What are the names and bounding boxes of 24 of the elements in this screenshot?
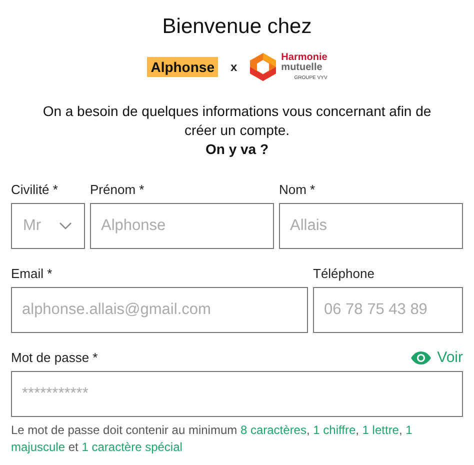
field-label: Civilité * <box>11 182 58 197</box>
brand-name: Harmonie <box>281 53 328 63</box>
show-password-button[interactable]: Voir <box>410 349 463 366</box>
field-label: Email * <box>11 266 52 281</box>
separator-mark: x <box>230 60 238 74</box>
intro-text: On a besoin de quelques informations vous concernant afin de créer un compte. <box>42 102 432 140</box>
intro-cta: On y va ? <box>204 140 270 159</box>
civility-select[interactable]: Mr <box>11 203 85 249</box>
eye-icon <box>410 350 432 364</box>
brand-name: mutuelle <box>281 63 324 73</box>
input-field[interactable]: Allais <box>279 203 463 249</box>
input-field[interactable]: alphonse.allais@gmail.com <box>11 287 308 333</box>
field-label: Mot de passe * <box>11 350 98 365</box>
hexagon-logo-icon <box>249 52 278 82</box>
field-label: Nom * <box>279 182 316 197</box>
field-label: Téléphone <box>313 266 374 281</box>
password-hint: Le mot de passe doit contenir au minimum 8 caractères, 1 chiffre, 1 lettre, 1 majuscule et 1 caractère spécial <box>11 422 414 456</box>
alphonse-logo: Alphonse <box>146 57 218 77</box>
field-label: Prénom * <box>90 182 144 197</box>
chevron-down-icon <box>59 222 72 230</box>
page-title: Bienvenue chez <box>161 14 313 40</box>
input-field[interactable]: 06 78 75 43 89 <box>313 287 463 333</box>
input-field[interactable]: *********** <box>11 371 463 417</box>
input-field[interactable]: Alphonse <box>90 203 274 249</box>
